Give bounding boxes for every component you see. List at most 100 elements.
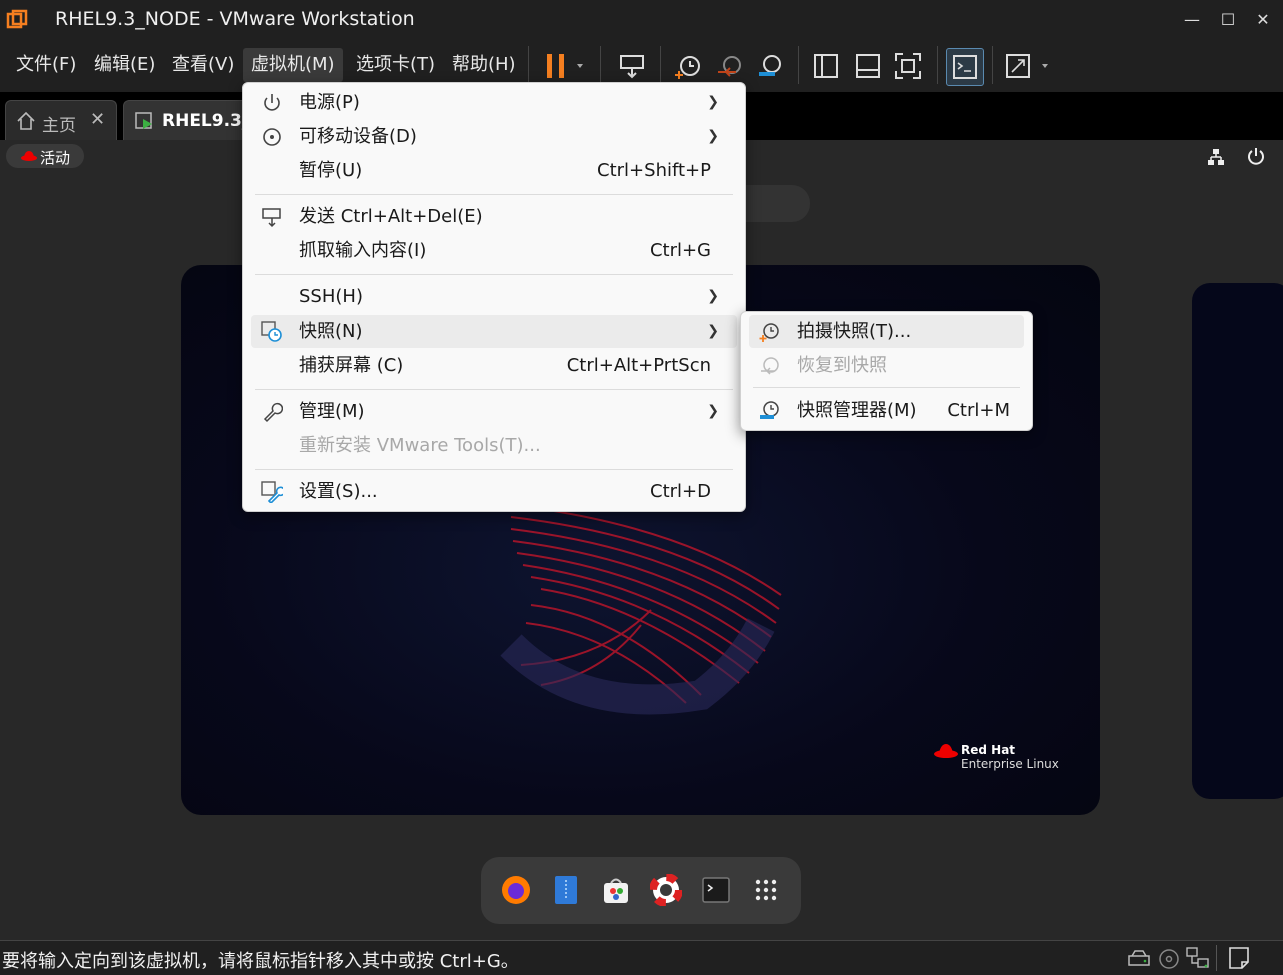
snapshot-manager-label: 快照管理器(M) bbox=[797, 400, 917, 421]
revert-snapshot-button[interactable] bbox=[712, 48, 748, 84]
vmware-logo-icon bbox=[6, 9, 28, 29]
tab-vm-label: RHEL9.3_ bbox=[162, 111, 251, 131]
vm-menu-power[interactable]: 电源(P) ❯ bbox=[251, 86, 737, 119]
keyboard-send-icon bbox=[620, 55, 644, 79]
toolbar-separator bbox=[660, 46, 661, 84]
power-icon[interactable] bbox=[1246, 146, 1266, 166]
text-editor-icon[interactable] bbox=[549, 873, 583, 907]
stretch-guest-button[interactable] bbox=[1003, 48, 1059, 84]
redhat-logo-icon bbox=[934, 744, 958, 758]
notes-icon[interactable] bbox=[1228, 946, 1250, 970]
hard-disk-icon[interactable] bbox=[1127, 948, 1151, 968]
menu-separator bbox=[255, 194, 733, 195]
vm-menu-snapshot[interactable]: 快照(N) ❯ bbox=[251, 315, 737, 348]
vm-menu-pause-shortcut: Ctrl+Shift+P bbox=[597, 160, 711, 181]
dock bbox=[481, 857, 801, 924]
submenu-arrow-icon: ❯ bbox=[707, 288, 719, 304]
menu-separator bbox=[255, 389, 733, 390]
tab-close-icon[interactable]: ✕ bbox=[90, 109, 105, 130]
app-grid-icon[interactable] bbox=[749, 873, 783, 907]
software-icon[interactable] bbox=[599, 873, 633, 907]
menu-file[interactable]: 文件(F) bbox=[8, 48, 84, 82]
show-library-button[interactable] bbox=[808, 48, 844, 84]
snapshot-revert: 恢复到快照 bbox=[749, 349, 1024, 382]
vm-menu-capture-screen[interactable]: 捕获屏幕 (C) Ctrl+Alt+PrtScn bbox=[251, 349, 737, 382]
redhat-brand-name: Red Hat bbox=[961, 743, 1016, 757]
disc-icon bbox=[263, 128, 281, 146]
tab-home[interactable]: 主页 ✕ bbox=[5, 100, 117, 141]
snapshot-take-icon bbox=[675, 56, 700, 79]
menu-view[interactable]: 查看(V) bbox=[164, 48, 242, 82]
wrench-icon bbox=[263, 402, 283, 423]
minimize-button[interactable]: — bbox=[1172, 6, 1212, 34]
console-view-button[interactable] bbox=[946, 48, 984, 86]
thumbnail-bar-button[interactable] bbox=[850, 48, 886, 84]
snapshot-revert-icon bbox=[761, 357, 779, 375]
snapshot-manager-icon bbox=[759, 55, 781, 76]
vm-menu-send-ctrl-alt-del[interactable]: 发送 Ctrl+Alt+Del(E) bbox=[251, 200, 737, 233]
vm-menu-settings-label: 设置(S)... bbox=[299, 481, 378, 502]
redhat-brand-product: Enterprise Linux bbox=[961, 757, 1059, 771]
menu-tabs[interactable]: 选项卡(T) bbox=[348, 48, 443, 82]
pause-icon bbox=[547, 54, 583, 78]
snapshot-manager-shortcut: Ctrl+M bbox=[947, 400, 1010, 421]
status-separator bbox=[1216, 945, 1217, 971]
snapshot-manager[interactable]: 快照管理器(M) Ctrl+M bbox=[749, 394, 1024, 427]
vm-menu-capture-screen-label: 捕获屏幕 (C) bbox=[299, 355, 404, 376]
menu-vm[interactable]: 虚拟机(M) bbox=[243, 48, 343, 82]
help-lifebuoy-icon[interactable] bbox=[649, 873, 683, 907]
vm-menu-settings[interactable]: 设置(S)... Ctrl+D bbox=[251, 475, 737, 508]
toolbar-separator bbox=[600, 46, 601, 84]
toolbar-separator bbox=[798, 46, 799, 84]
vm-menu-reinstall-tools: 重新安装 VMware Tools(T)... bbox=[251, 429, 737, 462]
vm-menu-removable-devices[interactable]: 可移动设备(D) ❯ bbox=[251, 120, 737, 153]
full-screen-button[interactable] bbox=[890, 48, 926, 84]
power-icon bbox=[264, 94, 280, 111]
vm-menu-ssh-label: SSH(H) bbox=[299, 286, 363, 307]
submenu-arrow-icon: ❯ bbox=[707, 94, 719, 110]
vm-menu-grab-input[interactable]: 抓取输入内容(I) Ctrl+G bbox=[251, 234, 737, 267]
stretch-icon bbox=[1006, 54, 1048, 78]
tab-vm[interactable]: RHEL9.3_ bbox=[123, 100, 255, 141]
keyboard-send-icon bbox=[262, 208, 281, 228]
vm-menu-settings-shortcut: Ctrl+D bbox=[650, 481, 711, 502]
vm-menu-send-ctrl-alt-del-label: 发送 Ctrl+Alt+Del(E) bbox=[299, 206, 483, 227]
toolbar-separator bbox=[937, 46, 938, 84]
send-ctrl-alt-del-button[interactable] bbox=[614, 48, 650, 84]
snapshot-manager-button[interactable] bbox=[752, 48, 788, 84]
activities-button[interactable]: 活动 bbox=[6, 144, 84, 168]
snapshot-submenu: 拍摄快照(T)... 恢复到快照 快照管理器(M) Ctrl+M bbox=[740, 311, 1033, 431]
toolbar-separator bbox=[992, 46, 993, 84]
vm-menu-manage[interactable]: 管理(M) ❯ bbox=[251, 395, 737, 428]
vm-running-icon bbox=[135, 112, 152, 129]
title-bar: RHEL9.3_NODE - VMware Workstation — ☐ ✕ bbox=[0, 0, 1283, 40]
snapshot-take-icon bbox=[759, 323, 779, 342]
pause-button[interactable] bbox=[538, 48, 590, 84]
vm-menu-grab-input-label: 抓取输入内容(I) bbox=[299, 240, 427, 261]
submenu-arrow-icon: ❯ bbox=[707, 323, 719, 339]
vm-menu-snapshot-label: 快照(N) bbox=[299, 321, 363, 342]
snapshot-take-label: 拍摄快照(T)... bbox=[797, 321, 912, 342]
vm-menu-removable-devices-label: 可移动设备(D) bbox=[299, 126, 417, 147]
cd-dvd-icon[interactable] bbox=[1158, 948, 1180, 970]
maximize-button[interactable]: ☐ bbox=[1208, 6, 1248, 34]
menu-help[interactable]: 帮助(H) bbox=[444, 48, 524, 82]
vm-menu-ssh[interactable]: SSH(H) ❯ bbox=[251, 280, 737, 313]
close-button[interactable]: ✕ bbox=[1243, 6, 1283, 34]
window-title: RHEL9.3_NODE - VMware Workstation bbox=[55, 8, 415, 30]
vm-menu-manage-label: 管理(M) bbox=[299, 401, 365, 422]
menu-edit[interactable]: 编辑(E) bbox=[86, 48, 163, 82]
take-snapshot-button[interactable] bbox=[670, 48, 706, 84]
network-icon[interactable] bbox=[1206, 147, 1226, 167]
snapshot-take[interactable]: 拍摄快照(T)... bbox=[749, 315, 1024, 348]
firefox-icon[interactable] bbox=[499, 873, 533, 907]
vm-menu-power-label: 电源(P) bbox=[299, 92, 360, 113]
vm-menu-pause[interactable]: 暂停(U) Ctrl+Shift+P bbox=[251, 154, 737, 187]
toolbar-separator bbox=[528, 46, 529, 84]
status-bar: 要将输入定向到该虚拟机，请将鼠标指针移入其中或按 Ctrl+G。 bbox=[0, 940, 1283, 975]
menu-separator bbox=[255, 469, 733, 470]
thumbnail-panel-icon bbox=[856, 54, 880, 78]
workspace-preview-2[interactable] bbox=[1192, 283, 1283, 799]
terminal-app-icon[interactable] bbox=[699, 873, 733, 907]
network-adapter-icon[interactable] bbox=[1186, 947, 1210, 969]
